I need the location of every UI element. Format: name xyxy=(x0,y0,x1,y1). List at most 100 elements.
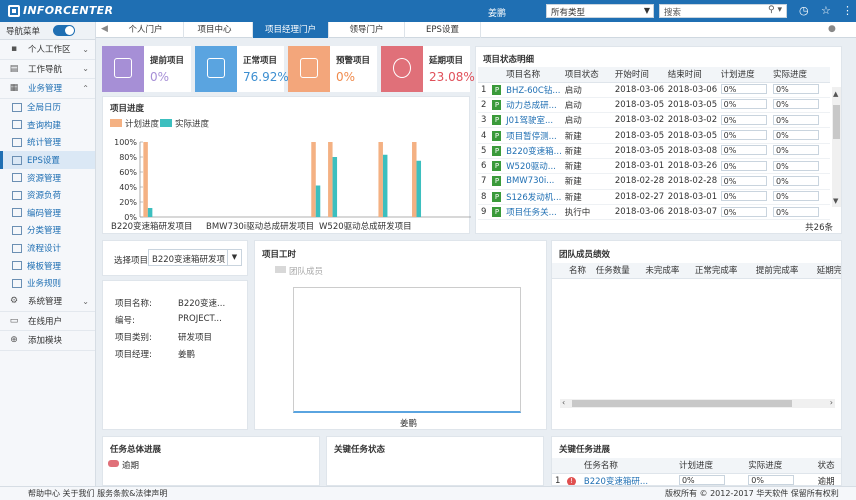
overall-progress-panel: 任务总体进展 逾期 xyxy=(102,436,320,486)
sidebar-subitem-8[interactable]: 流程设计 xyxy=(0,239,95,257)
column-header[interactable]: 实际进度 xyxy=(745,458,815,474)
tab-0[interactable]: 个人门户 xyxy=(108,22,184,38)
column-header[interactable]: 任务名称 xyxy=(580,458,676,474)
tab-1[interactable]: 项目中心 xyxy=(177,22,253,38)
stat-card-2[interactable]: 预警项目 0% xyxy=(288,46,377,92)
sidebar-subitem-1[interactable]: 查询构建 xyxy=(0,116,95,134)
project-select[interactable]: B220变速箱研发项 ▼ xyxy=(148,249,242,266)
table-row[interactable]: 1 P BHZ-60C钻... 启动 2018-03-06 2018-03-06 0% 0% xyxy=(478,82,830,98)
bar-actual-10[interactable] xyxy=(315,185,321,218)
bar-plan-10[interactable] xyxy=(311,142,316,217)
column-header[interactable]: 开始时间 xyxy=(611,67,665,83)
project-name-link[interactable]: S126发动机... xyxy=(503,189,562,205)
search-input[interactable]: 搜索 ⚲ ▾ xyxy=(659,4,787,18)
column-header[interactable]: 结束时间 xyxy=(664,67,718,83)
column-header[interactable]: 计划进度 xyxy=(675,458,746,474)
legend-swatch-1 xyxy=(160,119,172,127)
sidebar-item-0[interactable]: ▪ 个人工作区 ⌄ xyxy=(0,40,95,60)
search-icon[interactable]: ⚲ ▾ xyxy=(768,5,782,15)
column-header[interactable]: 正常完成率 xyxy=(691,263,753,279)
tab-4[interactable]: EPS设置 xyxy=(405,22,481,38)
more-icon[interactable]: ⋮ xyxy=(842,4,853,17)
project-name-link[interactable]: BHZ-60C钻... xyxy=(503,82,562,98)
nav-toggle[interactable] xyxy=(53,25,75,36)
scroll-up-icon[interactable]: ▲ xyxy=(833,90,838,98)
sidebar-bottom-item-1[interactable]: ▭ 在线用户 xyxy=(0,312,95,332)
table-row[interactable]: 7 P BMW730i... 新建 2018-02-28 2018-02-28 0% 0% xyxy=(478,173,830,190)
tab-menu-icon[interactable]: ● xyxy=(828,24,836,34)
scroll-down-icon[interactable]: ▼ xyxy=(833,197,838,205)
project-name-link[interactable]: J01驾驶室... xyxy=(503,112,562,129)
tab-scroll-left-icon[interactable]: ◀ xyxy=(101,24,108,34)
project-name-link[interactable]: BMW730i... xyxy=(503,173,562,190)
table-row[interactable]: 3 P J01驾驶室... 启动 2018-03-02 2018-03-02 0% 0% xyxy=(478,112,830,129)
table-row[interactable]: 4 P 项目暂停测... 新建 2018-03-05 2018-03-05 0% 0% xyxy=(478,127,830,144)
clock-icon[interactable]: ◷ xyxy=(799,4,809,17)
table-row[interactable]: 8 P S126发动机... 新建 2018-02-27 2018-03-01 0% 0% xyxy=(478,189,830,205)
column-header[interactable]: 状态 xyxy=(814,458,841,474)
bar-actual-14[interactable] xyxy=(382,154,388,217)
legend-overdue: 逾期 xyxy=(122,461,140,471)
project-name-link[interactable]: W520驱动... xyxy=(503,158,562,175)
bar-actual-11[interactable] xyxy=(332,157,338,217)
column-header[interactable]: 延期完 xyxy=(813,263,841,279)
table-row[interactable]: 2 P 动力总成研... 启动 2018-03-05 2018-03-05 0% 0% xyxy=(478,97,830,114)
app-logo[interactable]: INFORCENTER xyxy=(8,4,113,17)
sidebar-bottom-item-0[interactable]: ⚙ 系统管理 ⌄ xyxy=(0,292,95,312)
stat-card-3[interactable]: 延期项目 23.08% xyxy=(381,46,475,92)
scroll-thumb[interactable] xyxy=(833,105,840,139)
col-index xyxy=(478,67,490,83)
sidebar-item-2[interactable]: ▦ 业务管理 ⌃ xyxy=(0,79,95,99)
table-row[interactable]: 5 P B220变速箱... 新建 2018-03-05 2018-03-08 0% 0% xyxy=(478,143,830,159)
project-name-link[interactable]: 项目任务关... xyxy=(503,204,562,221)
bar-plan-11[interactable] xyxy=(328,142,333,217)
stat-title: 正常项目 xyxy=(243,56,278,66)
scroll-thumb[interactable] xyxy=(572,400,792,407)
column-header[interactable]: 名称 xyxy=(566,263,593,279)
sidebar-subitem-0[interactable]: 全局日历 xyxy=(0,99,95,117)
team-perf-hscrollbar[interactable]: ‹ › xyxy=(560,398,835,408)
bar-plan-16[interactable] xyxy=(412,142,417,217)
column-header[interactable]: 项目状态 xyxy=(561,67,612,83)
tab-2[interactable]: 项目经理门户 xyxy=(253,22,329,38)
column-header[interactable]: 未完成率 xyxy=(642,263,692,279)
task-name-link[interactable]: B220变速箱研... xyxy=(580,473,676,485)
project-name-link[interactable]: 项目暂停测... xyxy=(503,127,562,144)
column-header[interactable]: 提前完成率 xyxy=(752,263,814,279)
stat-card-0[interactable]: 提前项目 0% xyxy=(102,46,191,92)
column-header[interactable]: 实际进度 xyxy=(770,67,830,83)
column-header[interactable]: 项目名称 xyxy=(503,67,562,83)
project-name-link[interactable]: 动力总成研... xyxy=(503,97,562,114)
current-user[interactable]: 姜鹏 xyxy=(488,6,506,19)
sidebar-subitem-6[interactable]: 编码管理 xyxy=(0,204,95,222)
table-row[interactable]: 6 P W520驱动... 新建 2018-03-01 2018-03-26 0% 0% xyxy=(478,158,830,175)
sidebar-bottom-item-2[interactable]: ⊕ 添加模块 xyxy=(0,331,95,351)
sidebar-item-1[interactable]: ▤ 工作导航 ⌄ xyxy=(0,60,95,79)
sidebar-subitem-5[interactable]: 资源负荷 xyxy=(0,186,95,204)
bar-actual-0[interactable] xyxy=(147,208,153,217)
sidebar-subitem-2[interactable]: 统计管理 xyxy=(0,134,95,152)
sidebar-subitem-7[interactable]: 分类管理 xyxy=(0,222,95,240)
sidebar-subitem-4[interactable]: 资源管理 xyxy=(0,169,95,187)
bar-plan-0[interactable] xyxy=(143,142,148,217)
type-select[interactable]: 所有类型 ▼ xyxy=(546,4,654,18)
stat-card-1[interactable]: 正常项目 76.92% xyxy=(195,46,289,92)
bar-plan-14[interactable] xyxy=(378,142,383,217)
chevron-down-icon[interactable]: ▼ xyxy=(227,250,241,265)
scroll-right-icon[interactable]: › xyxy=(830,398,833,407)
star-icon[interactable]: ☆ xyxy=(821,4,831,17)
bar-actual-16[interactable] xyxy=(416,160,422,217)
module-icon xyxy=(12,208,22,218)
tab-3[interactable]: 领导门户 xyxy=(329,22,405,38)
footer-links[interactable]: 帮助中心 关于我们 服务条款&法律声明 xyxy=(28,488,167,499)
table-row[interactable]: 9 P 项目任务关... 执行中 2018-03-06 2018-03-07 0% 0% xyxy=(478,204,830,221)
table-row[interactable]: 1! B220变速箱研... 0% 0% 逾期 xyxy=(552,473,841,485)
sidebar-subitem-9[interactable]: 模板管理 xyxy=(0,257,95,275)
column-header[interactable]: 计划进度 xyxy=(717,67,770,83)
status-table-scrollbar[interactable]: ▲ ▼ xyxy=(832,87,841,207)
sidebar-subitem-3[interactable]: EPS设置 xyxy=(0,151,95,169)
column-header[interactable]: 任务数量 xyxy=(592,263,643,279)
project-name-link[interactable]: B220变速箱... xyxy=(503,143,562,159)
scroll-left-icon[interactable]: ‹ xyxy=(562,398,565,407)
sidebar-subitem-10[interactable]: 业务规则 xyxy=(0,274,95,292)
